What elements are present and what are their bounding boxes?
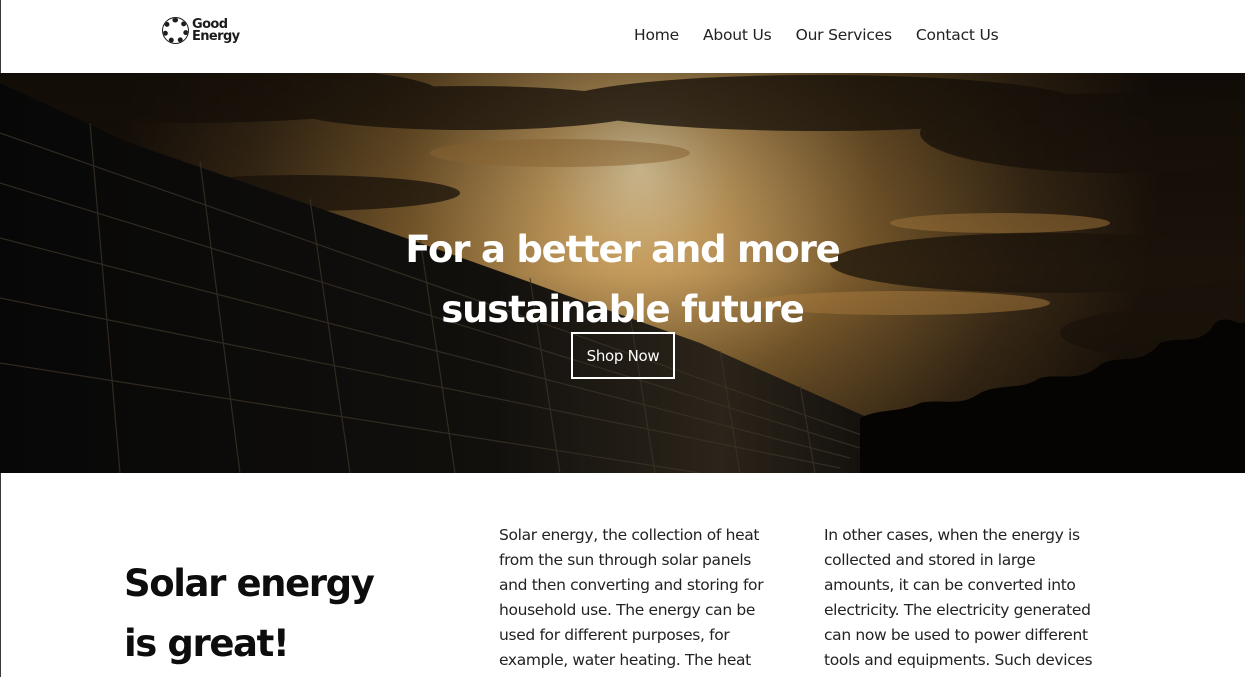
hero-title: For a better and more sustainable future bbox=[0, 220, 1245, 340]
intro-paragraph-2: In other cases, when the energy is colle… bbox=[824, 523, 1124, 673]
paragraph-line: from the sun through solar panels bbox=[499, 551, 752, 569]
main-nav: Home About Us Our Services Contact Us bbox=[634, 24, 1023, 46]
paragraph-line: example, water heating. The heat bbox=[499, 651, 751, 669]
site-header: Good Energy Home About Us Our Services C… bbox=[0, 0, 1245, 73]
intro-headline-line-2: is great! bbox=[124, 621, 290, 665]
paragraph-line: tools and equipments. Such devices bbox=[824, 651, 1093, 669]
intro-headline-line-1: Solar energy bbox=[124, 561, 375, 605]
paragraph-line: electricity. The electricity generated bbox=[824, 601, 1091, 619]
paragraph-line: Solar energy, the collection of heat bbox=[499, 526, 760, 544]
nav-our-services[interactable]: Our Services bbox=[796, 24, 892, 46]
nav-about-us[interactable]: About Us bbox=[703, 24, 772, 46]
logo-wordmark: Good Energy bbox=[192, 18, 240, 44]
paragraph-line: and then converting and storing for bbox=[499, 576, 764, 594]
intro-headline: Solar energy is great! bbox=[124, 554, 375, 674]
shop-now-button[interactable]: Shop Now bbox=[571, 332, 675, 379]
hero-title-line-2: sustainable future bbox=[441, 287, 805, 331]
logo-line-2: Energy bbox=[192, 28, 240, 44]
paragraph-line: In other cases, when the energy is bbox=[824, 526, 1080, 544]
nav-contact-us[interactable]: Contact Us bbox=[916, 24, 999, 46]
intro-paragraph-1: Solar energy, the collection of heat fro… bbox=[499, 523, 799, 673]
intro-section: Solar energy is great! Solar energy, the… bbox=[0, 473, 1245, 677]
paragraph-line: household use. The energy can be bbox=[499, 601, 756, 619]
brand-logo[interactable]: Good Energy bbox=[163, 18, 240, 43]
paragraph-line: can now be used to power different bbox=[824, 626, 1088, 644]
paragraph-line: used for different purposes, for bbox=[499, 626, 730, 644]
paragraph-line: amounts, it can be converted into bbox=[824, 576, 1076, 594]
hero-banner: For a better and more sustainable future… bbox=[0, 73, 1245, 473]
nav-home[interactable]: Home bbox=[634, 24, 679, 46]
hero-title-line-1: For a better and more bbox=[405, 227, 840, 271]
logo-ring-icon bbox=[163, 18, 188, 43]
paragraph-line: collected and stored in large bbox=[824, 551, 1036, 569]
